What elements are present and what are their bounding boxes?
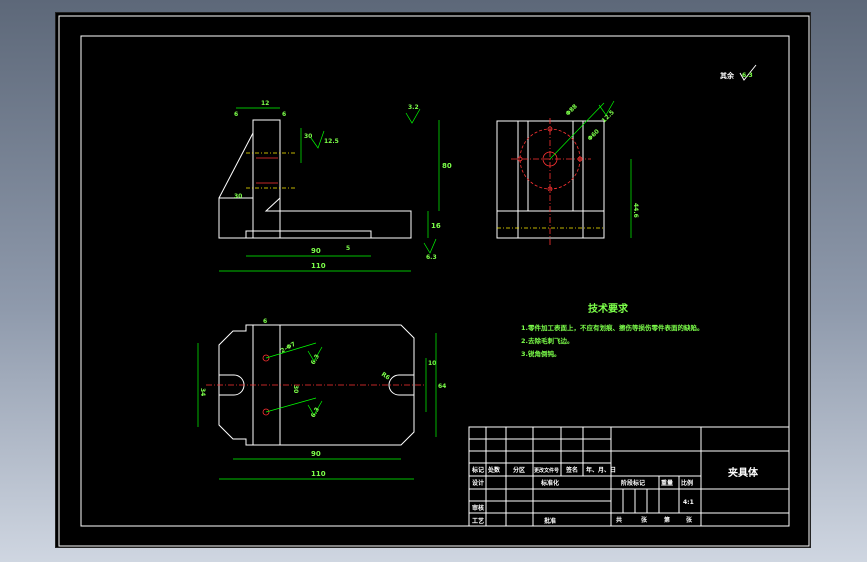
leader-2x7-b: [265, 397, 317, 413]
rough-side: 12.5: [600, 109, 615, 124]
dim-30-top: 30: [292, 385, 299, 393]
tb-date: 年、月、日: [586, 466, 616, 474]
dim-10: 10: [428, 360, 436, 367]
rough-top-a: 6.3: [310, 353, 321, 366]
dim-30b: 30: [234, 193, 242, 200]
tb-mark: 标记: [471, 466, 484, 474]
tb-scale: 比例: [681, 479, 693, 487]
dim-64: 64: [438, 383, 446, 390]
dim-phi60: Φ60: [586, 128, 600, 142]
dim-5: 5: [346, 245, 350, 252]
tb-sheet-a: 张: [641, 516, 648, 524]
drawing-sheet: 其余 6.3 110 90 80 16 6 12 6 30 12.5 3.2 3…: [55, 12, 811, 548]
tb-count: 处数: [487, 466, 501, 474]
title-block: 标记 处数 分区 更改文件号 签名 年、月、日 设计 标准化 阶段标记 重量 比…: [468, 426, 790, 527]
dim-6b: 6: [282, 111, 286, 118]
dim-30: 30: [304, 133, 312, 140]
dim-6-top: 6: [263, 318, 267, 325]
roughness-value: 6.3: [742, 72, 753, 79]
rough-12-5: 12.5: [324, 138, 339, 145]
section-hatch: [218, 119, 412, 239]
dim-16: 16: [431, 222, 441, 230]
inner-frame: [80, 35, 790, 527]
cad-drawing: 其余 6.3 110 90 80 16 6 12 6 30 12.5 3.2 3…: [58, 15, 810, 547]
tb-change-doc: 更改文件号: [534, 467, 559, 474]
tb-sign: 签名: [565, 466, 578, 474]
tech-req-title: 技术要求: [588, 302, 629, 315]
dim-44-6: 44.6: [632, 203, 639, 218]
upright-post: [252, 119, 281, 239]
dim-80: 80: [442, 162, 452, 170]
tb-process: 工艺: [472, 517, 484, 525]
tech-req-item-2: 2.去除毛刺飞边。: [521, 336, 574, 345]
rough-3-2: 3.2: [408, 104, 419, 111]
dim-110: 110: [311, 262, 326, 270]
tb-sheet-b: 张: [686, 516, 693, 524]
front-view: 110 90 80 16 6 12 6 30 12.5 3.2 30 5 6.3: [218, 100, 452, 272]
dim-r6: R6: [380, 371, 391, 382]
tb-scale-value: 4:1: [683, 499, 694, 506]
tb-part-name: 夹具体: [728, 466, 759, 479]
technical-requirements: 技术要求 1.零件加工表面上，不应有划痕、擦伤等损伤零件表面的缺陷。 2.去除毛…: [521, 302, 704, 358]
dim-2x7: 2-Φ7: [280, 341, 297, 355]
tb-zone: 分区: [513, 466, 525, 474]
roughness-icon-c: [423, 238, 437, 254]
tech-req-item-1: 1.零件加工表面上，不应有划痕、擦伤等损伤零件表面的缺陷。: [521, 323, 704, 332]
base-slot: [245, 230, 372, 238]
rough-6-3: 6.3: [426, 254, 437, 261]
dim-6a: 6: [234, 111, 238, 118]
tb-stage: 阶段标记: [621, 479, 645, 487]
dim-12: 12: [261, 100, 269, 107]
dim-90-top: 90: [311, 450, 321, 458]
tech-req-item-3: 3.锐角倒钝。: [521, 349, 561, 358]
dim-90: 90: [311, 247, 321, 255]
dim-34: 34: [199, 388, 206, 396]
corner-roughness-symbol: 其余 6.3: [720, 64, 757, 81]
roughness-icon-b: [405, 108, 421, 124]
tb-review: 审核: [472, 504, 484, 512]
top-view: 34 10 64 90 110 6 2-Φ7 6.3 30 6.3 R6: [197, 318, 446, 480]
side-view: Φ88 12.5 Φ60 44.6: [496, 100, 639, 245]
tb-design: 设计: [472, 479, 484, 487]
dim-110-top: 110: [311, 470, 326, 478]
tb-approve: 批准: [544, 517, 556, 525]
roughness-note: 其余: [720, 71, 735, 80]
dim-phi88: Φ88: [564, 103, 578, 117]
tb-standardize: 标准化: [540, 479, 559, 487]
tb-total: 共: [616, 516, 622, 524]
roughness-icon-a: [310, 130, 325, 149]
tb-of: 第: [663, 516, 670, 524]
rough-top-b: 6.3: [310, 406, 321, 419]
tb-weight: 重量: [661, 479, 673, 487]
outer-frame: [58, 15, 810, 547]
